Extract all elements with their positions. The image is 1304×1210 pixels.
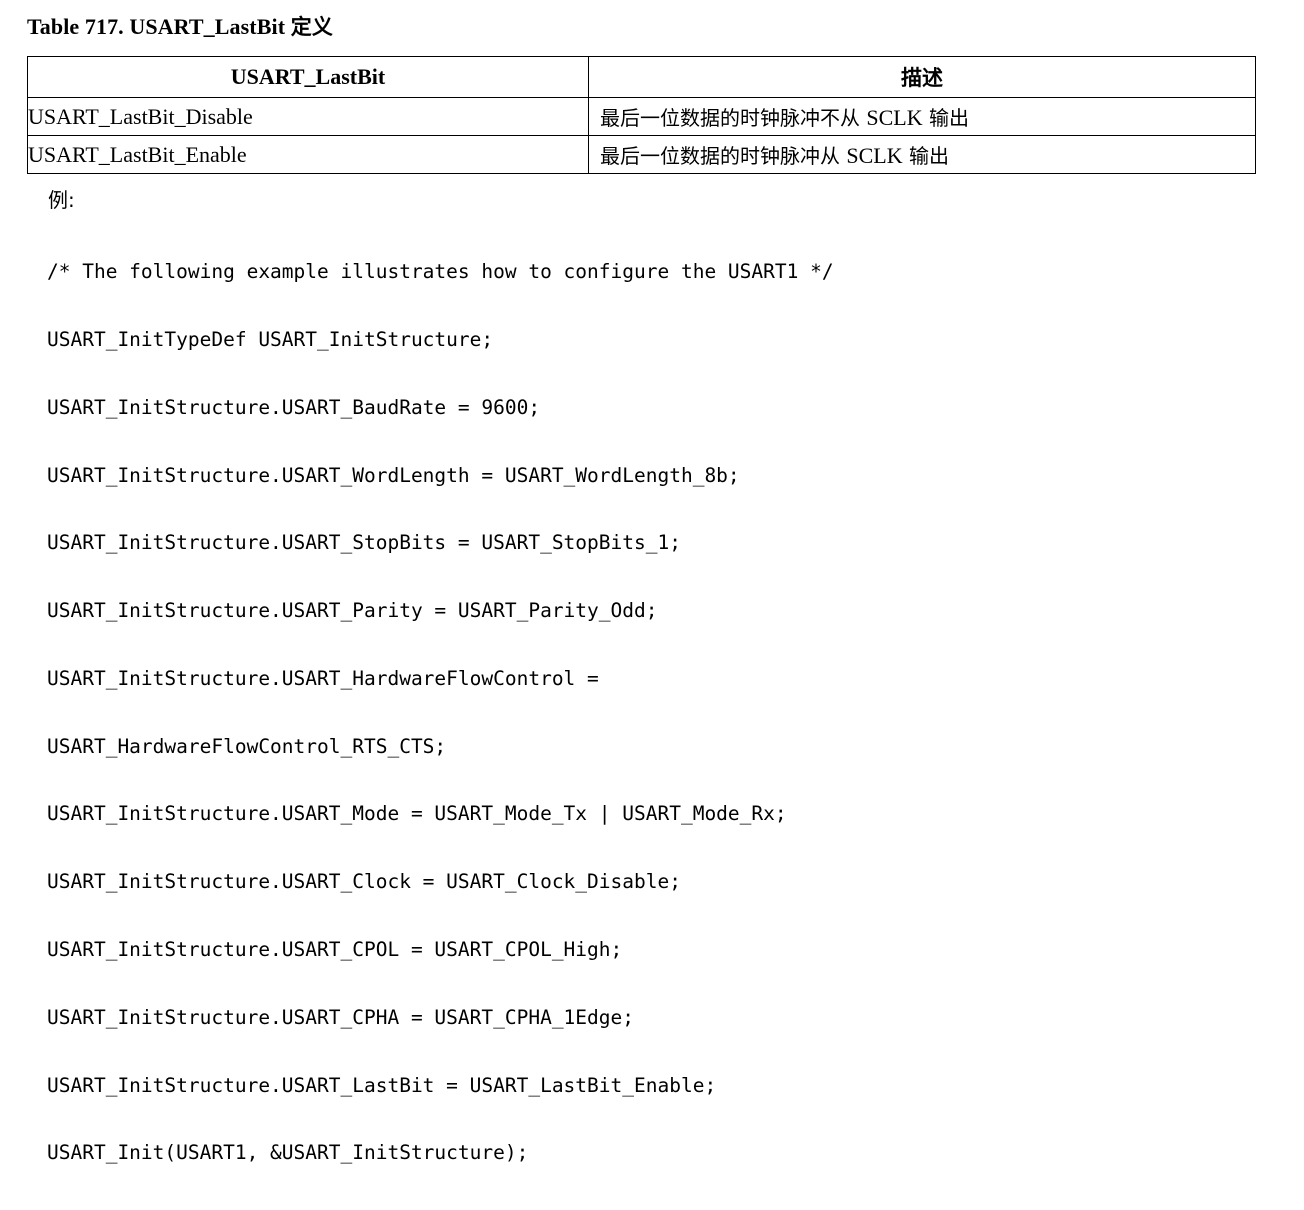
document-page: Table 717. USART_LastBit 定义 USART_LastBi…	[0, 0, 1304, 1164]
table-caption: Table 717. USART_LastBit 定义	[27, 13, 333, 41]
description-text-pre: 最后一位数据的时钟脉冲不从	[600, 106, 867, 130]
description-text-post: 输出	[922, 106, 969, 130]
code-line: USART_InitStructure.USART_LastBit = USAR…	[47, 1073, 717, 1097]
code-line: /* The following example illustrates how…	[47, 260, 834, 284]
description-text-pre: 最后一位数据的时钟脉冲从	[600, 144, 847, 168]
code-line: USART_Init(USART1, &USART_InitStructure)…	[47, 1141, 529, 1165]
description-text-latin: SCLK	[846, 143, 903, 168]
column-header-description: 描述	[588, 56, 1256, 98]
cell-description: 最后一位数据的时钟脉冲不从 SCLK 输出	[588, 97, 1256, 136]
cell-constant-name: USART_LastBit_Disable	[27, 97, 589, 136]
example-label: 例:	[48, 188, 75, 212]
code-line: USART_InitStructure.USART_StopBits = USA…	[47, 531, 681, 555]
table-caption-cjk: 定义	[290, 15, 333, 39]
usart-lastbit-table: USART_LastBit 描述 USART_LastBit_Disable 最…	[27, 56, 1256, 174]
code-line: USART_InitStructure.USART_Parity = USART…	[47, 599, 658, 623]
code-line: USART_InitStructure.USART_Mode = USART_M…	[47, 802, 787, 826]
column-header-name: USART_LastBit	[27, 56, 589, 98]
description-text-post: 输出	[902, 144, 949, 168]
code-line: USART_InitTypeDef USART_InitStructure;	[47, 327, 494, 351]
code-line: USART_InitStructure.USART_Clock = USART_…	[47, 870, 681, 894]
table-caption-prefix: Table 717. USART_LastBit	[27, 14, 291, 39]
example-code-block: /* The following example illustrates how…	[47, 216, 834, 1210]
table-row: USART_LastBit_Disable 最后一位数据的时钟脉冲不从 SCLK…	[27, 97, 1256, 136]
cell-constant-name: USART_LastBit_Enable	[27, 135, 589, 174]
description-text-latin: SCLK	[866, 105, 923, 130]
code-line: USART_InitStructure.USART_CPOL = USART_C…	[47, 938, 623, 961]
cell-description: 最后一位数据的时钟脉冲从 SCLK 输出	[588, 135, 1256, 174]
table-row: USART_LastBit_Enable 最后一位数据的时钟脉冲从 SCLK 输…	[27, 135, 1256, 174]
code-line: USART_InitStructure.USART_HardwareFlowCo…	[47, 666, 599, 690]
code-line: USART_InitStructure.USART_CPHA = USART_C…	[47, 1005, 634, 1029]
code-line: USART_HardwareFlowControl_RTS_CTS;	[47, 734, 447, 758]
code-line: USART_InitStructure.USART_BaudRate = 960…	[47, 395, 541, 419]
code-line: USART_InitStructure.USART_WordLength = U…	[47, 463, 740, 487]
table-header-row: USART_LastBit 描述	[27, 56, 1256, 98]
